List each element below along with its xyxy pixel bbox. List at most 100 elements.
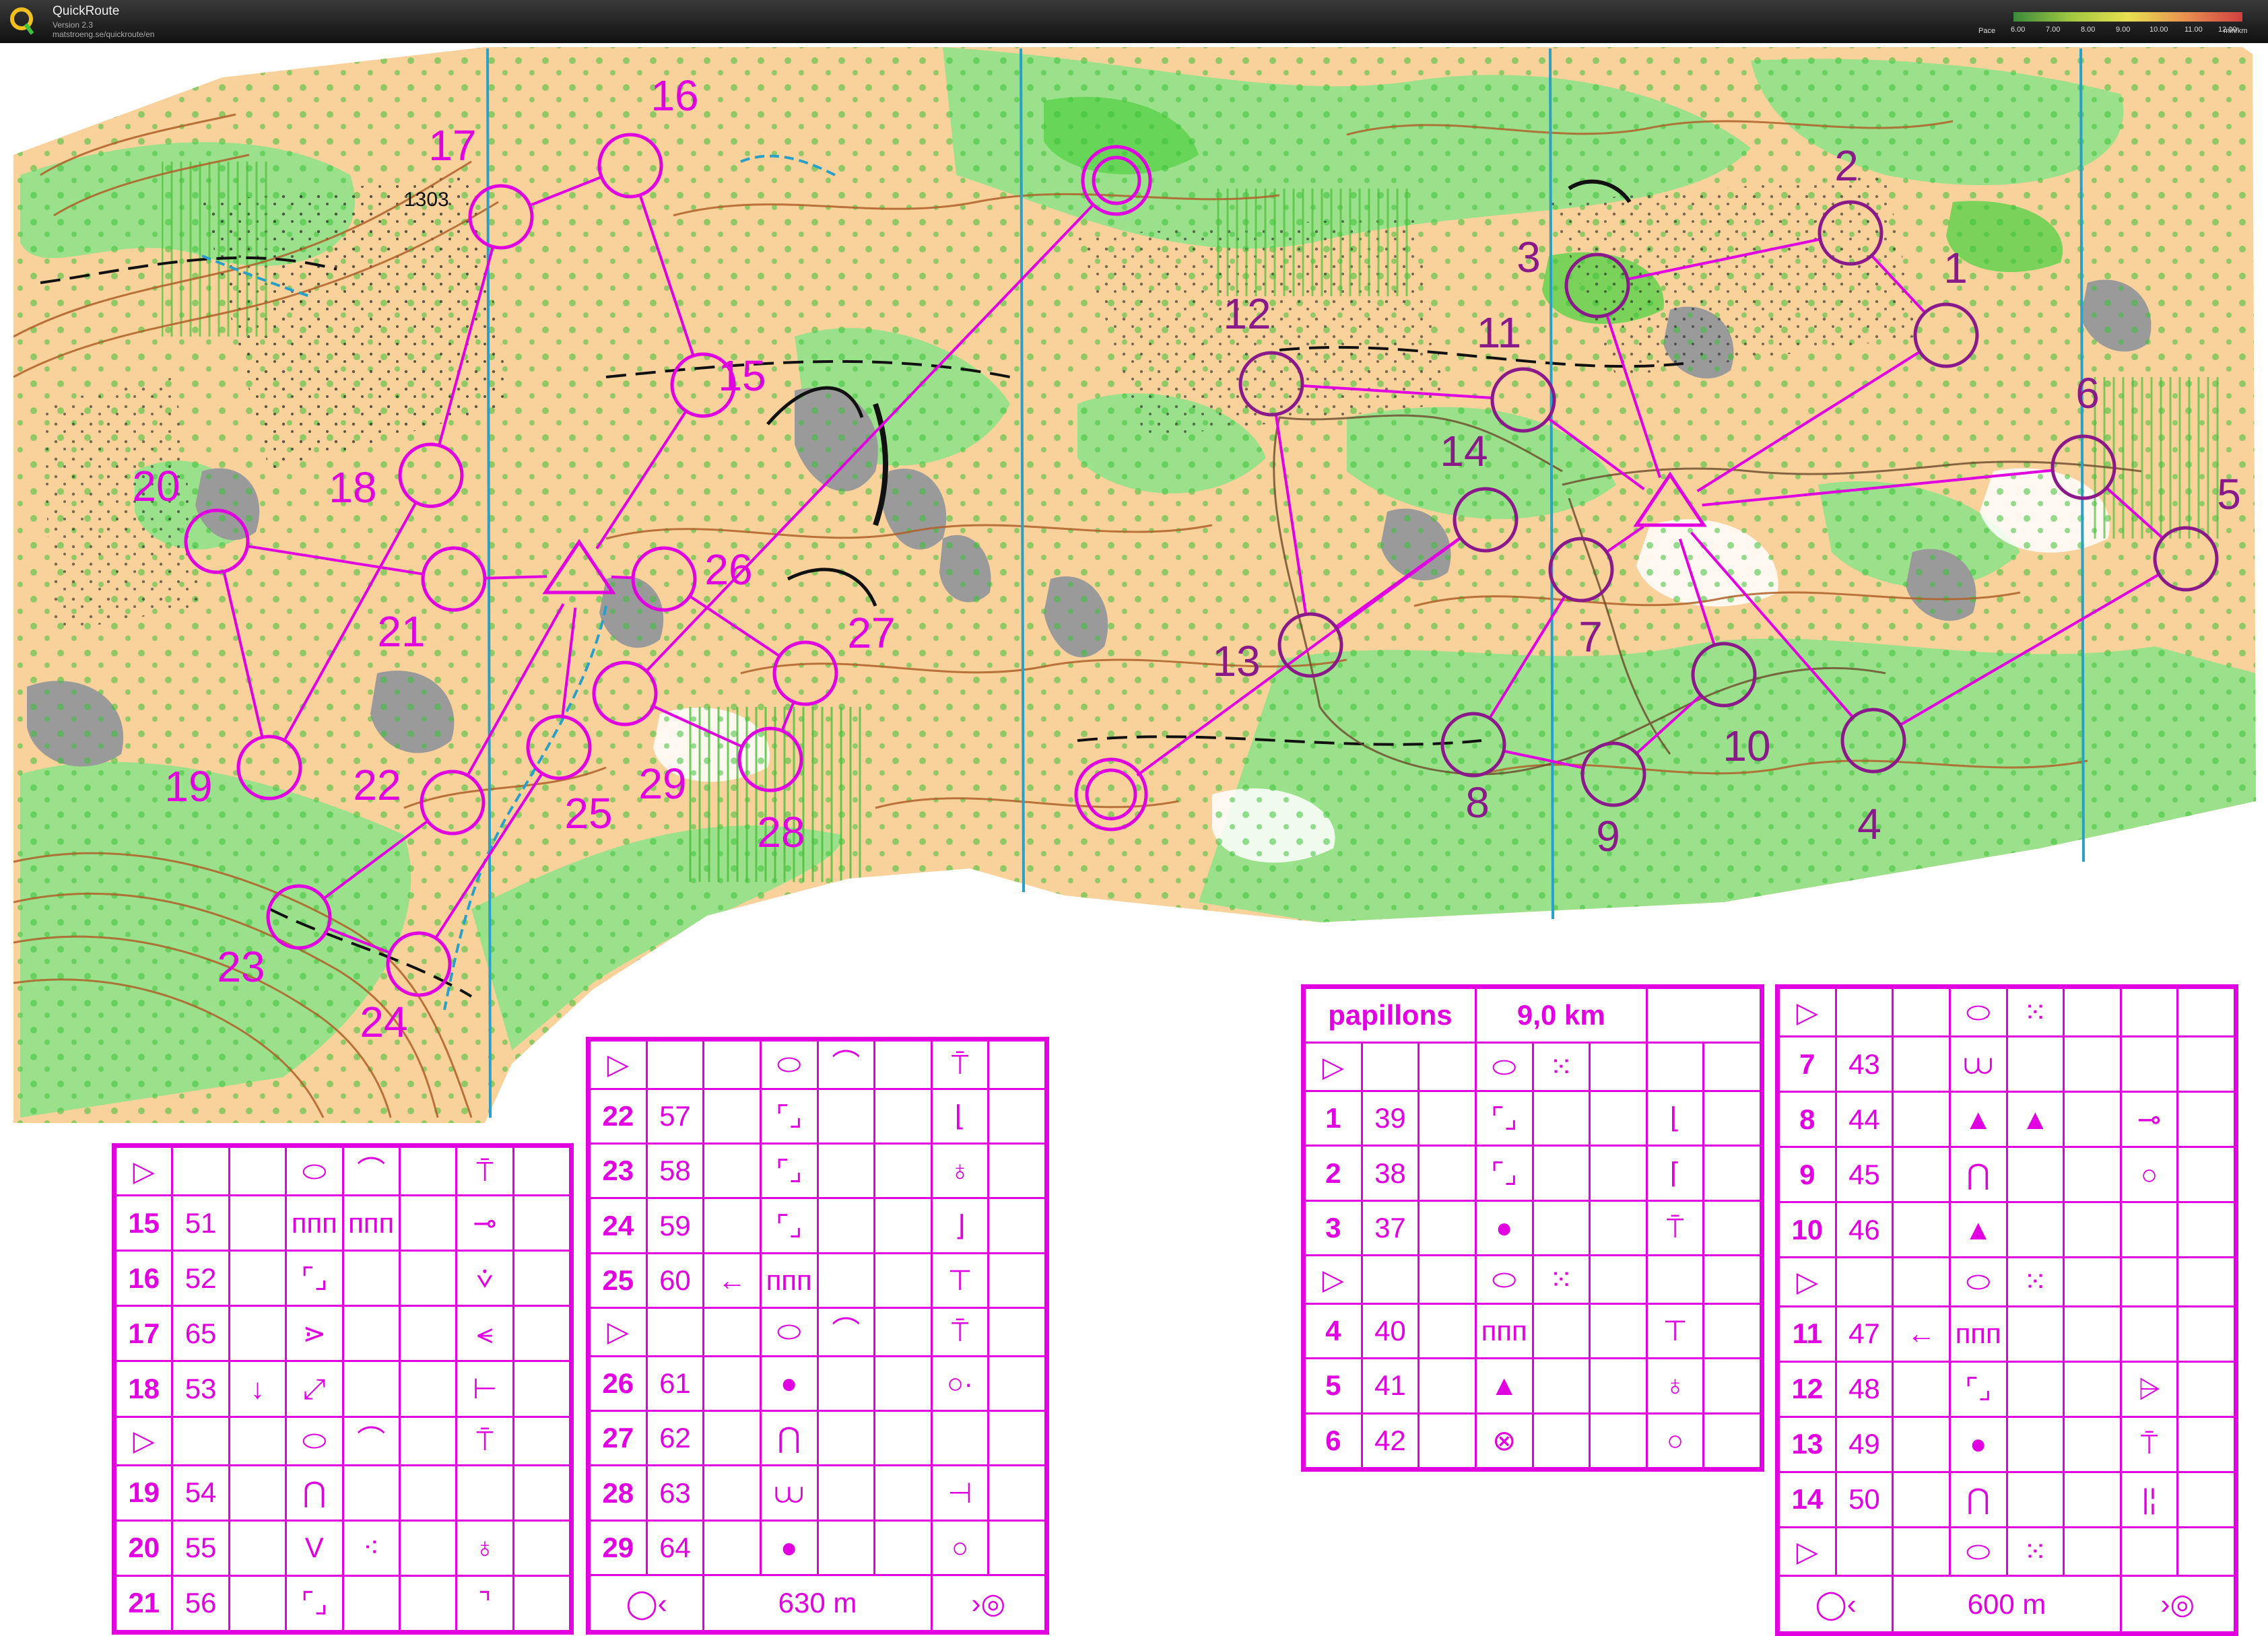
description-symbol-cell bbox=[1892, 1035, 1951, 1093]
control-number: 15 bbox=[114, 1194, 174, 1252]
description-symbol-cell: ⊢ bbox=[455, 1360, 514, 1418]
description-symbol-cell bbox=[1418, 1145, 1477, 1202]
description-control-row: 16 52 ⌜⌟ ⩒ bbox=[114, 1250, 572, 1307]
control-number-label: 29 bbox=[638, 759, 686, 808]
description-symbol-cell: ▷ bbox=[1304, 1254, 1363, 1305]
description-symbol-cell bbox=[1418, 1042, 1477, 1093]
description-symbol-cell bbox=[816, 1087, 876, 1145]
description-symbol-cell bbox=[398, 1574, 458, 1633]
description-start-row: ▷ ⬭ ⁙ bbox=[1304, 1042, 1762, 1093]
description-symbol-cell bbox=[702, 1197, 762, 1254]
description-symbol-cell bbox=[171, 1145, 230, 1197]
description-symbol-cell: ⌋ bbox=[930, 1197, 990, 1254]
description-symbol-cell: V bbox=[285, 1519, 344, 1577]
orienteering-map[interactable]: 1303 12345678910111213141516171819202122… bbox=[0, 43, 2268, 1134]
description-symbol-cell bbox=[1360, 1042, 1420, 1093]
title-bar: QuickRoute Version 2.3 matstroeng.se/qui… bbox=[0, 0, 2268, 43]
pace-color-bar bbox=[2013, 12, 2242, 22]
description-control-row: 23 58 ⌜⌟ ♁ bbox=[589, 1143, 1046, 1200]
control-number-label: 26 bbox=[704, 545, 752, 594]
control-number: 25 bbox=[589, 1252, 648, 1309]
control-number-label: 11 bbox=[1477, 308, 1521, 357]
description-symbol-cell bbox=[987, 1252, 1046, 1309]
control-number-label: 27 bbox=[847, 609, 895, 657]
control-number: 27 bbox=[589, 1410, 648, 1467]
description-symbol-cell bbox=[873, 1197, 933, 1254]
description-symbol-cell bbox=[2005, 1415, 2065, 1473]
description-symbol-cell: ⌜⌟ bbox=[1948, 1360, 2008, 1418]
description-symbol-cell bbox=[1645, 1254, 1705, 1305]
control-code: 48 bbox=[1834, 1360, 1894, 1418]
description-symbol-cell bbox=[873, 1519, 933, 1577]
description-symbol-cell bbox=[341, 1360, 401, 1418]
control-code: 44 bbox=[1834, 1091, 1894, 1149]
description-symbol-cell: ⌜⌟ bbox=[1474, 1090, 1534, 1147]
description-start-row: ▷ ⬭ ⁙ bbox=[1778, 986, 2236, 1038]
control-code: 64 bbox=[645, 1519, 705, 1577]
description-symbol-cell bbox=[1892, 1146, 1951, 1204]
description-symbol-cell bbox=[2176, 1470, 2236, 1528]
description-control-row: 14 50 ⋂ |¦ bbox=[1778, 1470, 2236, 1528]
description-symbol-cell: ᴨᴨᴨ bbox=[759, 1252, 819, 1309]
description-symbol-cell: ⬭ bbox=[759, 1307, 819, 1357]
app-url: matstroeng.se/quickroute/en bbox=[53, 30, 155, 39]
description-symbol-cell bbox=[702, 1039, 762, 1090]
description-symbol-cell bbox=[2005, 1201, 2065, 1259]
description-symbol-cell bbox=[1418, 1254, 1477, 1305]
description-symbol-cell bbox=[930, 1410, 990, 1467]
description-symbol-cell bbox=[1531, 1090, 1591, 1147]
description-symbol-cell bbox=[645, 1307, 705, 1357]
description-symbol-cell bbox=[816, 1252, 876, 1309]
description-symbol-cell bbox=[873, 1355, 933, 1412]
pace-label: Pace bbox=[1978, 27, 1996, 35]
app-version: Version 2.3 bbox=[53, 20, 94, 30]
control-number: 6 bbox=[1304, 1412, 1363, 1470]
app-title: QuickRoute bbox=[53, 4, 120, 18]
control-code: 49 bbox=[1834, 1415, 1894, 1473]
description-symbol-cell bbox=[2176, 1256, 2236, 1307]
pace-legend: Pace 6.00 7.00 8.00 9.00 10.00 11.00 12.… bbox=[1973, 9, 2256, 36]
description-control-row: 13 49 ● ⍑ bbox=[1778, 1415, 2236, 1473]
description-symbol-cell: ▷ bbox=[114, 1145, 174, 1197]
description-symbol-cell: ○ bbox=[2119, 1146, 2179, 1204]
description-control-row: 20 55 V ⁖ ♁ bbox=[114, 1519, 572, 1577]
description-symbol-cell bbox=[1702, 1254, 1762, 1305]
description-symbol-cell bbox=[1589, 1199, 1648, 1257]
description-symbol-cell bbox=[512, 1519, 572, 1577]
description-symbol-cell: ▷ bbox=[589, 1307, 648, 1357]
description-symbol-cell bbox=[2176, 1091, 2236, 1149]
control-code: 43 bbox=[1834, 1035, 1894, 1093]
description-symbol-cell: ⬭ bbox=[285, 1145, 344, 1197]
description-symbol-cell: ⌈ bbox=[1645, 1145, 1705, 1202]
control-code: 60 bbox=[645, 1252, 705, 1309]
finish-start-icon: ◯‹ bbox=[588, 1574, 705, 1632]
description-symbol-cell bbox=[1702, 1412, 1762, 1470]
description-symbol-cell: ← bbox=[702, 1252, 762, 1309]
description-symbol-cell: ▷ bbox=[1304, 1042, 1363, 1093]
description-symbol-cell: ▷ bbox=[589, 1039, 648, 1090]
description-symbol-cell bbox=[398, 1194, 458, 1252]
course-leg bbox=[486, 575, 547, 580]
description-symbol-cell bbox=[1531, 1145, 1591, 1202]
description-symbol-cell bbox=[341, 1250, 401, 1307]
description-symbol-cell bbox=[2005, 1305, 2065, 1363]
description-symbol-cell: ⬭ bbox=[1948, 1526, 2008, 1577]
control-code: 38 bbox=[1360, 1145, 1420, 1202]
description-symbol-cell bbox=[1418, 1412, 1477, 1470]
description-symbol-cell bbox=[702, 1143, 762, 1200]
control-code: 62 bbox=[645, 1410, 705, 1467]
description-symbol-cell bbox=[987, 1307, 1046, 1357]
description-symbol-cell: ⊣ bbox=[930, 1464, 990, 1522]
control-number: 1 bbox=[1304, 1090, 1363, 1147]
description-symbol-cell: ⍑ bbox=[1645, 1199, 1705, 1257]
description-symbol-cell bbox=[1589, 1302, 1648, 1360]
description-symbol-cell bbox=[1702, 1090, 1762, 1147]
description-symbol-cell: ᴨᴨᴨ bbox=[285, 1194, 344, 1252]
control-number-label: 10 bbox=[1723, 722, 1770, 770]
description-symbol-cell: ⊗ bbox=[1474, 1412, 1534, 1470]
description-symbol-cell bbox=[2176, 1146, 2236, 1204]
description-symbol-cell bbox=[1531, 1199, 1591, 1257]
description-symbol-cell: ⬭ bbox=[759, 1039, 819, 1090]
control-number: 18 bbox=[114, 1360, 174, 1418]
description-symbol-cell: ● bbox=[1474, 1199, 1534, 1257]
